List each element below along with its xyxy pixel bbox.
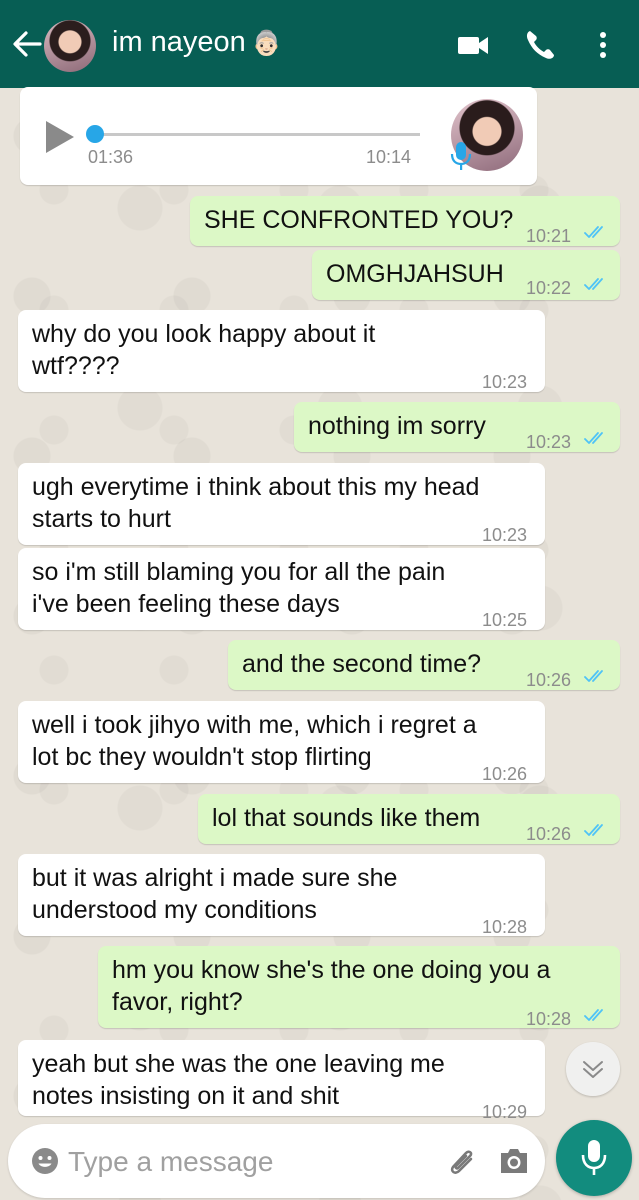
paperclip-icon[interactable] <box>445 1142 479 1180</box>
message-line: understood my conditions <box>32 896 317 924</box>
message-line: hm you know she's the one doing you a <box>112 956 551 984</box>
message-line: and the second time? <box>242 650 482 678</box>
incoming-message[interactable]: ugh everytime i think about this my head… <box>18 463 545 545</box>
voice-duration: 01:36 <box>88 147 134 167</box>
message-timestamp: 10:26 <box>526 670 572 690</box>
read-receipt-icon <box>584 824 603 836</box>
message-timestamp: 10:28 <box>526 1009 572 1029</box>
emoji-icon[interactable] <box>30 1146 60 1176</box>
voice-message: 01:36 10:14 <box>20 87 537 185</box>
message-line: lol that sounds like them <box>212 804 481 832</box>
contact-name[interactable]: im nayeon 👵🏻 <box>112 26 282 59</box>
message-text: hm you know she's the one doing you a fav… <box>112 954 550 1018</box>
double-chevron-down-icon <box>583 1061 603 1078</box>
incoming-message[interactable]: so i'm still blaming you for all the pai… <box>18 548 545 630</box>
camera-icon[interactable] <box>498 1144 530 1178</box>
message-text: and the second time? <box>242 648 481 680</box>
message-input[interactable] <box>66 1140 430 1184</box>
message-line: starts to hurt <box>32 505 171 533</box>
mic-icon <box>581 1140 607 1175</box>
message-timestamp: 10:26 <box>482 764 528 784</box>
mic-icon <box>450 142 472 170</box>
voice-seek-handle[interactable] <box>86 125 104 143</box>
incoming-message[interactable]: well i took jihyo with me, which i regre… <box>18 701 545 784</box>
message-timestamp: 10:22 <box>526 278 572 298</box>
incoming-message[interactable]: but it was alright i made sure she unders… <box>18 854 545 937</box>
voice-timestamp: 10:14 <box>366 147 412 167</box>
message-line: why do you look happy about it <box>32 320 376 348</box>
message-line: i've been feeling these days <box>32 590 340 618</box>
play-icon[interactable] <box>42 119 76 155</box>
message-line: SHE CONFRONTED YOU? <box>204 206 514 234</box>
outgoing-message[interactable]: and the second time? 10:26 <box>228 640 620 690</box>
message-text: lol that sounds like them <box>212 802 480 834</box>
outgoing-message[interactable]: OMGHJAHSUH 10:22 <box>312 250 620 300</box>
scroll-to-bottom-button[interactable] <box>566 1042 620 1096</box>
incoming-message[interactable]: yeah but she was the one leaving me notes… <box>18 1040 545 1122</box>
message-text: OMGHJAHSUH <box>326 258 504 290</box>
message-timestamp: 10:26 <box>526 824 572 844</box>
message-line: ugh everytime i think about this my head <box>32 473 480 501</box>
message-line: notes insisting on it and shit <box>32 1082 340 1110</box>
message-line: but it was alright i made sure she <box>32 864 398 892</box>
more-options-icon[interactable] <box>586 26 620 64</box>
message-line: yeah but she was the one leaving me <box>32 1050 445 1078</box>
outgoing-message[interactable]: SHE CONFRONTED YOU? 10:21 <box>190 196 620 246</box>
message-text: SHE CONFRONTED YOU? <box>204 204 513 236</box>
voice-progress-track[interactable] <box>92 133 420 136</box>
message-text: nothing im sorry <box>308 410 486 442</box>
read-receipt-icon <box>584 278 603 290</box>
outgoing-message[interactable]: nothing im sorry 10:23 <box>294 402 620 452</box>
message-composer <box>8 1124 545 1198</box>
avatar[interactable] <box>44 20 96 72</box>
message-timestamp: 10:23 <box>526 432 572 452</box>
outgoing-message[interactable]: hm you know she's the one doing you a fav… <box>98 946 620 1029</box>
contact-name-text: im nayeon <box>112 26 246 58</box>
message-line: so i'm still blaming you for all the pai… <box>32 558 446 586</box>
message-line: well i took jihyo with me, which i regre… <box>32 711 477 739</box>
message-text: why do you look happy about it wtf???? <box>32 318 375 382</box>
message-text: well i took jihyo with me, which i regre… <box>32 709 477 773</box>
read-receipt-icon <box>584 432 603 444</box>
message-line: favor, right? <box>112 988 243 1016</box>
read-receipt-icon <box>584 1009 603 1021</box>
incoming-message[interactable]: why do you look happy about it wtf???? 10:… <box>18 310 545 392</box>
message-line: nothing im sorry <box>308 412 486 440</box>
read-receipt-icon <box>584 670 603 682</box>
message-timestamp: 10:23 <box>482 372 528 392</box>
read-receipt-icon <box>584 226 603 238</box>
outgoing-message[interactable]: lol that sounds like them 10:26 <box>198 794 620 844</box>
message-line: OMGHJAHSUH <box>326 260 504 288</box>
message-timestamp: 10:21 <box>526 226 572 246</box>
back-arrow-icon[interactable] <box>10 24 44 64</box>
chat-header: im nayeon 👵🏻 <box>0 0 639 88</box>
message-timestamp: 10:28 <box>482 917 528 937</box>
video-call-icon[interactable] <box>455 26 493 64</box>
message-line: lot bc they wouldn't stop flirting <box>32 743 372 771</box>
record-voice-button[interactable] <box>556 1120 632 1196</box>
message-text: yeah but she was the one leaving me notes… <box>32 1048 445 1112</box>
message-timestamp: 10:23 <box>482 525 528 545</box>
phone-icon[interactable] <box>521 26 559 64</box>
message-text: ugh everytime i think about this my head… <box>32 471 479 535</box>
message-text: but it was alright i made sure she unders… <box>32 862 397 926</box>
message-timestamp: 10:25 <box>482 610 528 630</box>
message-text: so i'm still blaming you for all the pai… <box>32 556 445 620</box>
contact-emoji: 👵🏻 <box>251 30 282 57</box>
message-line: wtf???? <box>32 352 120 380</box>
